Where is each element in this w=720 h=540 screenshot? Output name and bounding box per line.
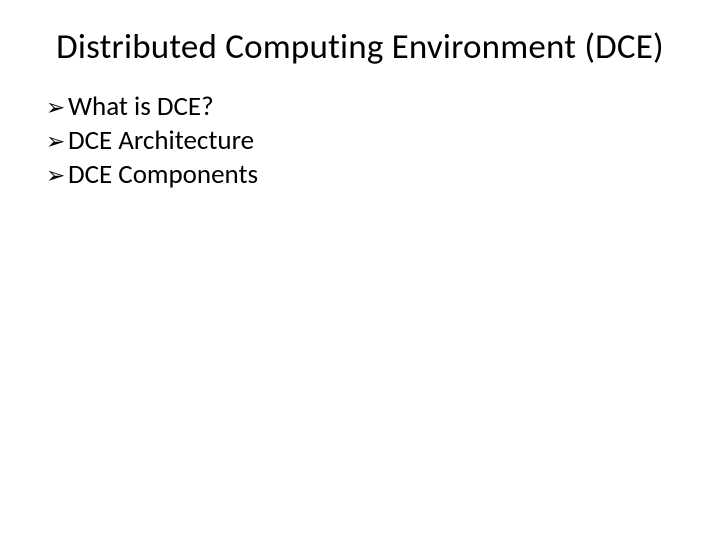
bullet-text: DCE Architecture (68, 124, 674, 158)
slide: Distributed Computing Environment (DCE) … (0, 0, 720, 540)
bullet-icon: ➢ (46, 162, 68, 191)
list-item: ➢ DCE Architecture (46, 124, 674, 158)
bullet-list: ➢ What is DCE? ➢ DCE Architecture ➢ DCE … (46, 90, 674, 191)
list-item: ➢ DCE Components (46, 158, 674, 192)
bullet-text: DCE Components (68, 158, 674, 192)
bullet-text: What is DCE? (68, 90, 674, 124)
slide-title: Distributed Computing Environment (DCE) (46, 26, 674, 68)
bullet-icon: ➢ (46, 128, 68, 157)
list-item: ➢ What is DCE? (46, 90, 674, 124)
bullet-icon: ➢ (46, 94, 68, 123)
